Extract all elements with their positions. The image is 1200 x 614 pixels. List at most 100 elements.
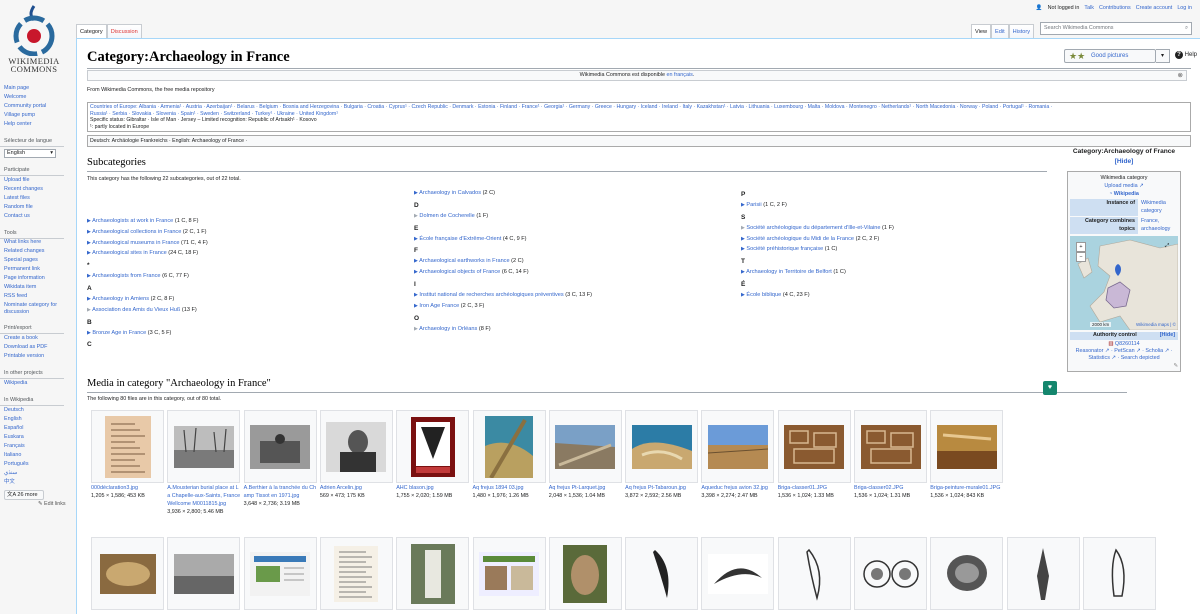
sidebar-item[interactable]: Welcome [0,93,74,102]
search-input[interactable]: Search Wikimedia Commons ⌕ [1040,22,1192,35]
subcategory-link[interactable]: Bronze Age in France [92,330,146,336]
sidebar-item[interactable]: Français [0,442,74,451]
edit-links[interactable]: ✎ Edit links [0,500,74,509]
subcategory-link[interactable]: Parisii [746,202,761,208]
subcategory-item[interactable]: ▶ École française d'Extrême-Orient (4 C,… [414,234,592,245]
subcategory-item[interactable]: ▶ Bronze Age in France (3 C, 5 F) [87,328,208,339]
sidebar-item[interactable]: Printable version [0,352,74,361]
file-name-link[interactable]: Aq frejus 1894 03.jpg [473,484,546,492]
thumbnail[interactable] [472,410,546,483]
wikimedia-commons-logo[interactable]: WIKIMEDIA COMMONS [8,4,60,76]
sidebar-item[interactable]: Euskara [0,433,74,442]
thumbnail[interactable] [319,537,393,610]
thumbnail[interactable] [701,537,775,610]
language-select[interactable]: English [4,149,56,158]
thumbnail[interactable] [1082,537,1156,610]
sidebar-item[interactable]: Related changes [0,248,74,255]
help-link[interactable]: ? Help [1175,51,1197,59]
subcategory-item[interactable]: ▶ Iron Age France (2 C, 3 F) [414,301,592,312]
file-name-link[interactable]: AHC blason.jpg [396,484,469,492]
sidebar-item[interactable]: Main page [0,84,74,93]
file-name-link[interactable]: Aqueduc frejus avion 32.jpg [701,484,774,492]
sidebar-item[interactable]: Contact us [0,212,74,221]
tab-history[interactable]: History [1008,24,1035,38]
expand-triangle-icon[interactable]: ▶ [741,246,745,252]
sidebar-item[interactable]: What links here [0,239,74,246]
instance-of-value[interactable]: Wikimedia category [1138,199,1178,216]
thumbnail[interactable] [930,537,1004,610]
upload-media-link[interactable]: Upload media ↗ [1070,182,1178,190]
talk-link[interactable]: Talk [1084,5,1094,11]
expand-triangle-icon[interactable]: ▶ [87,250,91,256]
countries-line[interactable]: Countries of Europe: Albania · Armenia¹ … [90,104,1188,111]
subcategory-item[interactable]: ▶ Archaeological objects of France (6 C,… [414,267,592,278]
subcategory-link[interactable]: Archaeological objects of France [419,269,500,275]
subcategory-item[interactable]: ▶ Archaeology in Calvados (2 C) [414,188,592,199]
subcategory-link[interactable]: Archaeological sites in France [92,250,167,256]
thumbnail[interactable] [625,410,699,483]
sidebar-item[interactable]: Create a book [0,334,74,343]
empty-triangle-icon[interactable]: ▶ [87,307,91,313]
sidebar-item[interactable]: Random file [0,203,74,212]
combines-value[interactable]: France, archaeology [1138,217,1178,234]
thumbnail[interactable] [777,537,851,610]
subcategory-link[interactable]: Archaeology in Territoire de Belfort [746,269,832,275]
create-account-link[interactable]: Create account [1136,5,1173,11]
sidebar-item[interactable]: Italiano [0,451,74,460]
subcategory-item[interactable]: ▶ Archaeology in Amiens (2 C, 8 F) [87,294,208,305]
empty-triangle-icon[interactable]: ▶ [414,213,418,219]
subcategory-link[interactable]: Archaeologists at work in France [92,218,173,224]
subcategory-item[interactable]: ▶ Parisii (1 C, 2 F) [741,200,894,211]
green-leaf-button[interactable]: ♥ [1043,381,1057,395]
sidebar-item[interactable]: 中文 [0,478,74,487]
hide-link[interactable]: [Hide] [1160,332,1178,340]
expand-triangle-icon[interactable]: ▶ [87,240,91,246]
sidebar-item[interactable]: Deutsch [0,406,74,415]
tab-view[interactable]: View [971,24,992,38]
contributions-link[interactable]: Contributions [1099,5,1131,11]
tab-discussion[interactable]: Discussion [106,24,142,38]
thumbnail[interactable] [701,410,775,483]
sidebar-item[interactable]: Special pages [0,257,74,264]
subcategory-item[interactable]: ▶ Société archéologique du département d… [741,223,894,234]
wikidata-id[interactable]: ▥ Q8260114 [1070,340,1178,348]
thumbnail[interactable] [472,537,546,610]
expand-triangle-icon[interactable]: ▶ [414,269,418,275]
subcategory-link[interactable]: Archaeologists from France [92,273,160,279]
zoom-in-button[interactable]: + [1076,242,1086,252]
subcategory-item[interactable]: ▶ Archaeology in Territoire de Belfort (… [741,267,894,278]
expand-triangle-icon[interactable]: ▶ [87,273,91,279]
sidebar-item[interactable]: Community portal [0,102,74,111]
subcategory-link[interactable]: École française d'Extrême-Orient [419,236,501,242]
sidebar-item[interactable]: Upload file [0,176,74,185]
thumbnail[interactable] [319,410,393,483]
sidebar-item[interactable]: Latest files [0,194,74,203]
chevron-down-icon[interactable]: ▾ [1156,49,1170,63]
login-link[interactable]: Log in [1177,5,1192,11]
subcategory-link[interactable]: Institut national de recherches archéolo… [419,292,563,298]
subcategory-link[interactable]: Archaeology in Calvados [419,190,481,196]
expand-triangle-icon[interactable]: ▶ [414,292,418,298]
close-icon[interactable]: ⊗ [1178,71,1183,80]
subcategory-link[interactable]: Société archéologique du Midi de la Fran… [746,236,854,242]
sidebar-item[interactable]: Help center [0,120,74,129]
expand-triangle-icon[interactable]: ▶ [414,190,418,196]
fullscreen-icon[interactable]: ⤢ [1162,242,1172,252]
sidebar-item[interactable]: English [0,415,74,424]
thumbnail[interactable] [91,410,164,483]
expand-triangle-icon[interactable]: ▶ [741,236,745,242]
subcategory-item[interactable]: ▶ Dolmen de Cocherelle (1 F) [414,211,592,222]
thumbnail[interactable] [396,410,470,483]
expand-triangle-icon[interactable]: ▶ [414,258,418,264]
subcategory-item[interactable]: ▶ École biblique (4 C, 23 F) [741,290,894,301]
subcategory-item[interactable]: ▶ Institut national de recherches archéo… [414,290,592,301]
good-pictures-button[interactable]: ★★ Good pictures [1064,49,1156,63]
subcategory-item[interactable]: ▶ Archaeologists from France (6 C, 77 F) [87,271,208,282]
subcategory-item[interactable]: ▶ Archaeologists at work in France (1 C,… [87,216,208,227]
file-name-link[interactable]: A.Berthier à la tranchée du Champ Tissot… [244,484,317,500]
expand-triangle-icon[interactable]: ▶ [741,292,745,298]
thumbnail[interactable] [854,410,927,483]
subcategory-item[interactable]: ▶ Société archéologique du Midi de la Fr… [741,234,894,245]
thumbnail[interactable] [854,537,927,610]
sidebar-item[interactable]: Village pump [0,111,74,120]
